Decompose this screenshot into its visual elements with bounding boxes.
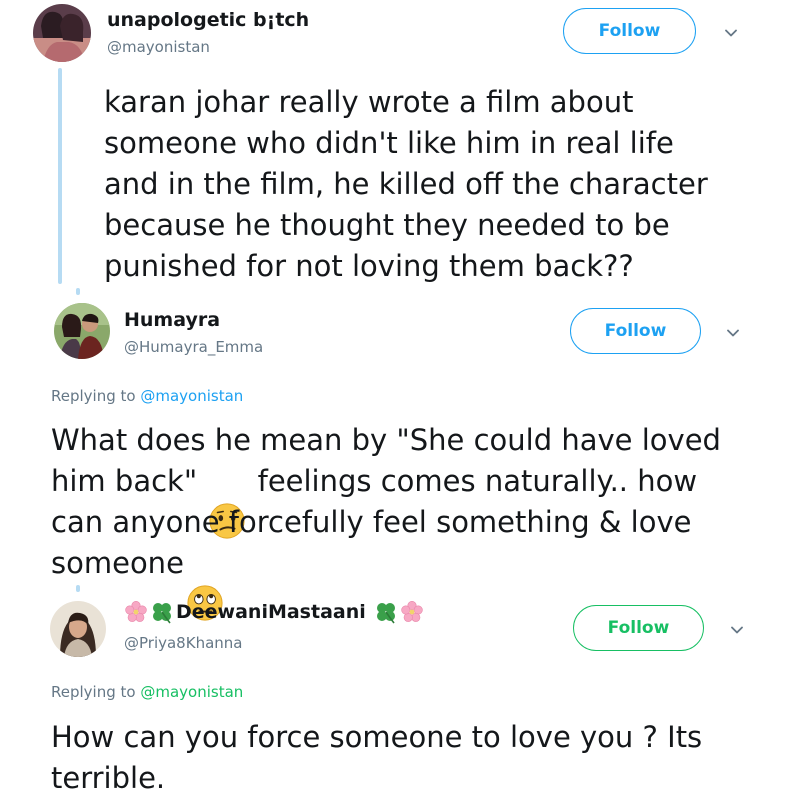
user-handle[interactable]: @Priya8Khanna — [124, 634, 242, 652]
thread-connector-dot — [76, 288, 80, 295]
user-handle[interactable]: @mayonistan — [107, 38, 210, 56]
tweet-thread: unapologetic b¡tch @mayonistan Follow ka… — [0, 0, 800, 800]
mention-link[interactable]: @mayonistan — [140, 683, 243, 701]
display-name[interactable]: DeewaniMastaani — [124, 600, 424, 624]
replying-prefix: Replying to — [51, 387, 136, 405]
follow-button[interactable]: Follow — [563, 8, 696, 54]
chevron-down-icon[interactable] — [727, 327, 739, 339]
thread-connector-dot — [76, 585, 80, 592]
replying-prefix: Replying to — [51, 683, 136, 701]
follow-button[interactable]: Follow — [570, 308, 701, 354]
face-with-rolling-eyes-icon — [186, 543, 224, 621]
confused-face-icon — [208, 461, 246, 539]
cherry-blossom-icon — [400, 600, 424, 624]
display-name[interactable]: unapologetic b¡tch — [107, 9, 309, 31]
replying-to: Replying to @mayonistan — [51, 683, 243, 701]
display-name-text: DeewaniMastaani — [176, 601, 366, 623]
tweet-text: How can you force someone to love you ? … — [51, 720, 703, 795]
avatar[interactable] — [50, 601, 106, 657]
chevron-down-icon[interactable] — [731, 624, 743, 636]
chevron-down-icon[interactable] — [725, 27, 737, 39]
avatar[interactable] — [54, 303, 110, 359]
cherry-blossom-icon — [124, 600, 148, 624]
avatar[interactable] — [33, 4, 91, 62]
tweet-text: karan johar really wrote a film about so… — [104, 85, 708, 283]
four-leaf-clover-icon — [150, 600, 174, 624]
thread-connector — [58, 68, 62, 284]
display-name[interactable]: Humayra — [124, 309, 220, 331]
follow-button[interactable]: Follow — [573, 605, 704, 651]
replying-to: Replying to @mayonistan — [51, 387, 243, 405]
mention-link[interactable]: @mayonistan — [140, 387, 243, 405]
four-leaf-clover-icon — [374, 600, 398, 624]
tweet-text: What does he mean by "She could have lov… — [51, 420, 771, 621]
user-handle[interactable]: @Humayra_Emma — [124, 338, 263, 356]
